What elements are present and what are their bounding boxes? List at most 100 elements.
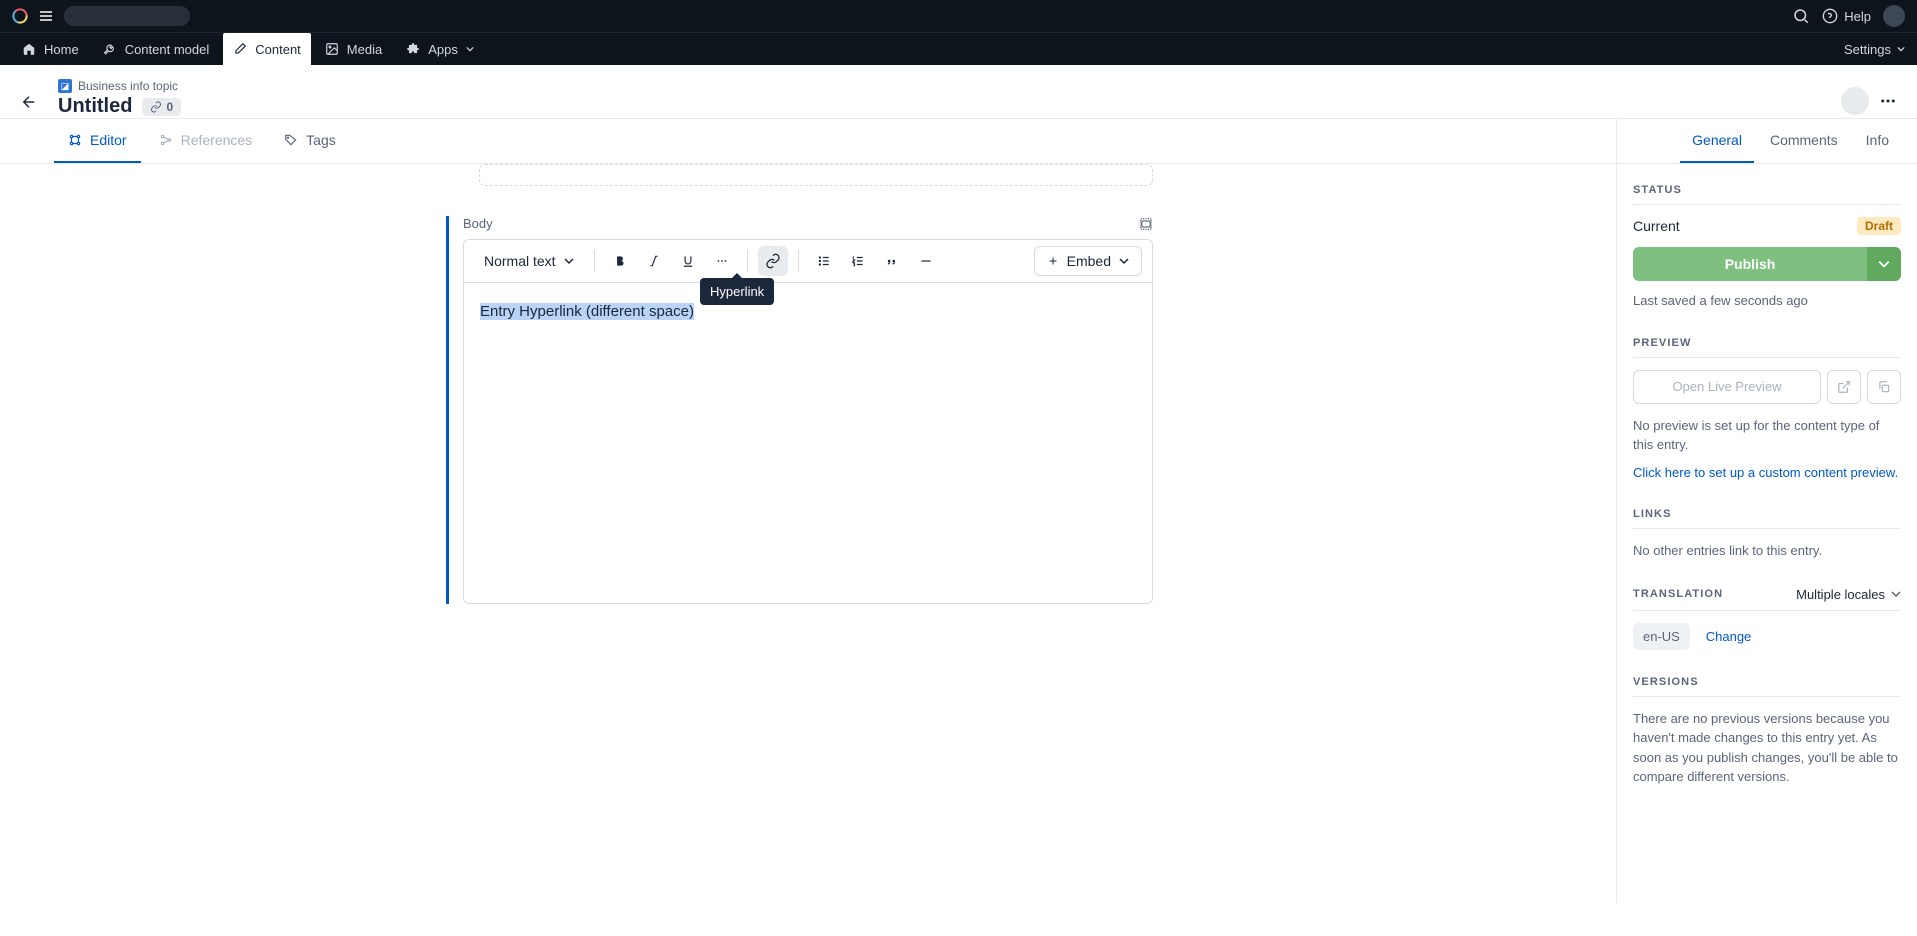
- content-type-icon: ◪: [58, 79, 72, 93]
- link-count-value: 0: [166, 100, 173, 114]
- sidebar-tab-general[interactable]: General: [1680, 119, 1754, 163]
- nav-content-model[interactable]: Content model: [93, 33, 220, 66]
- italic-button[interactable]: [639, 246, 669, 276]
- tag-icon: [284, 133, 298, 147]
- sidebar-tab-info[interactable]: Info: [1854, 119, 1901, 163]
- tab-references-label: References: [181, 132, 253, 148]
- contentful-logo: [12, 8, 28, 24]
- status-section: STATUS Current Draft Publish Last saved …: [1633, 184, 1901, 311]
- nav-home[interactable]: Home: [12, 33, 89, 66]
- embed-label: Embed: [1067, 253, 1111, 269]
- status-heading: STATUS: [1633, 184, 1901, 205]
- body-field: Body Normal text: [446, 216, 1153, 604]
- expand-field-button[interactable]: [1139, 217, 1153, 231]
- chevron-down-icon: [1119, 256, 1129, 266]
- help-icon: [1822, 8, 1838, 24]
- selected-text: Entry Hyperlink (different space): [480, 303, 694, 320]
- field-label-text: Body: [463, 216, 493, 231]
- link-icon: [150, 101, 162, 113]
- nav-content-label: Content: [255, 42, 301, 57]
- references-icon: [159, 133, 173, 147]
- locale-badge: en-US: [1633, 623, 1690, 650]
- bullet-list-button[interactable]: [809, 246, 839, 276]
- bold-button[interactable]: [605, 246, 635, 276]
- chevron-down-icon: [1891, 589, 1901, 599]
- status-current-label: Current: [1633, 218, 1680, 234]
- copy-button[interactable]: [1867, 370, 1901, 404]
- underline-button[interactable]: [673, 246, 703, 276]
- nav-media[interactable]: Media: [315, 33, 392, 66]
- sidebar-tab-comments[interactable]: Comments: [1758, 119, 1850, 163]
- hr-button[interactable]: [911, 246, 941, 276]
- preview-section: PREVIEW Open Live Preview No preview is …: [1633, 337, 1901, 483]
- top-bar: Help: [0, 0, 1917, 32]
- space-selector[interactable]: [64, 6, 190, 26]
- link-count-badge[interactable]: 0: [142, 98, 181, 116]
- toolbar-divider: [798, 250, 799, 272]
- change-locale-link[interactable]: Change: [1706, 629, 1752, 644]
- nav-apps-label: Apps: [428, 42, 458, 57]
- rich-text-editor: Normal text: [463, 239, 1153, 604]
- status-badge: Draft: [1857, 217, 1901, 235]
- more-formatting-button[interactable]: [707, 246, 737, 276]
- puzzle-icon: [406, 42, 420, 56]
- back-button[interactable]: [20, 93, 38, 111]
- owner-avatar[interactable]: [1841, 87, 1869, 115]
- main-nav: Home Content model Content Media Apps Se…: [0, 32, 1917, 65]
- open-preview-button[interactable]: Open Live Preview: [1633, 370, 1821, 404]
- tab-tags-label: Tags: [306, 132, 336, 148]
- nav-content[interactable]: Content: [223, 33, 311, 66]
- plus-icon: [1047, 255, 1059, 267]
- text-style-label: Normal text: [484, 253, 556, 269]
- last-saved-text: Last saved a few seconds ago: [1633, 291, 1901, 311]
- entry-header: ◪ Business info topic Untitled 0: [0, 65, 1917, 119]
- search-icon[interactable]: [1792, 7, 1810, 25]
- rte-content-area[interactable]: Entry Hyperlink (different space): [464, 283, 1152, 603]
- sidebar: General Comments Info STATUS Current Dra…: [1617, 119, 1917, 903]
- rte-toolbar: Normal text: [464, 240, 1152, 283]
- nav-home-label: Home: [44, 42, 79, 57]
- editor-column: Editor References Tags Body: [0, 119, 1617, 903]
- tab-references[interactable]: References: [145, 119, 267, 163]
- links-text: No other entries link to this entry.: [1633, 541, 1901, 561]
- preview-heading: PREVIEW: [1633, 337, 1901, 358]
- hamburger-icon[interactable]: [38, 8, 54, 24]
- tab-tags[interactable]: Tags: [270, 119, 350, 163]
- links-section: LINKS No other entries link to this entr…: [1633, 508, 1901, 561]
- help-label: Help: [1844, 9, 1871, 24]
- entry-title: Untitled: [58, 95, 132, 118]
- locale-selector-label: Multiple locales: [1796, 587, 1885, 602]
- setup-preview-link[interactable]: Click here to set up a custom content pr…: [1633, 463, 1901, 483]
- hyperlink-button[interactable]: [758, 246, 788, 276]
- quote-button[interactable]: [877, 246, 907, 276]
- image-icon: [325, 42, 339, 56]
- versions-section: VERSIONS There are no previous versions …: [1633, 676, 1901, 787]
- editor-tabs: Editor References Tags: [0, 119, 1616, 164]
- user-avatar[interactable]: [1883, 5, 1905, 27]
- nav-apps[interactable]: Apps: [396, 33, 484, 66]
- translation-heading: TRANSLATION: [1633, 588, 1723, 600]
- versions-text: There are no previous versions because y…: [1633, 709, 1901, 787]
- content-type-text: Business info topic: [78, 79, 178, 93]
- external-link-button[interactable]: [1827, 370, 1861, 404]
- editor-icon: [68, 133, 82, 147]
- toolbar-divider: [594, 250, 595, 272]
- tab-editor-label: Editor: [90, 132, 127, 148]
- text-style-selector[interactable]: Normal text: [474, 247, 584, 275]
- versions-heading: VERSIONS: [1633, 676, 1901, 697]
- translation-section: TRANSLATION Multiple locales en-US Chang…: [1633, 587, 1901, 650]
- hyperlink-tooltip: Hyperlink: [700, 278, 774, 305]
- help-link[interactable]: Help: [1822, 8, 1871, 24]
- chevron-down-icon: [466, 45, 474, 53]
- locale-selector[interactable]: Multiple locales: [1796, 587, 1901, 602]
- publish-button[interactable]: Publish: [1633, 247, 1867, 281]
- entry-title-row: Untitled 0: [58, 95, 181, 118]
- embed-button[interactable]: Embed: [1034, 246, 1142, 276]
- nav-settings[interactable]: Settings: [1844, 42, 1905, 57]
- field-placeholder[interactable]: [479, 164, 1153, 186]
- more-actions-button[interactable]: [1879, 92, 1897, 110]
- tab-editor[interactable]: Editor: [54, 119, 141, 163]
- publish-dropdown-button[interactable]: [1867, 247, 1901, 281]
- home-icon: [22, 42, 36, 56]
- numbered-list-button[interactable]: [843, 246, 873, 276]
